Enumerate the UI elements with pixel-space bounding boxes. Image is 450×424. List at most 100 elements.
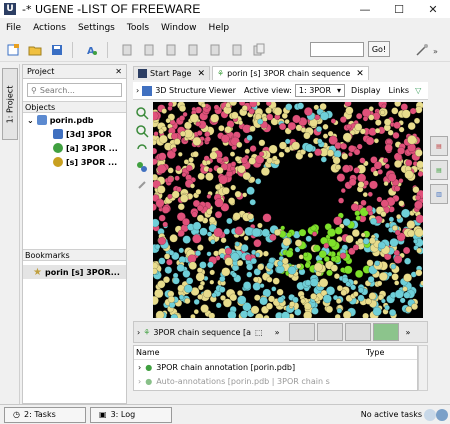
open-button[interactable] — [26, 41, 44, 59]
tree-item-annotation[interactable]: [a] 3POR ... — [23, 141, 126, 155]
atom-sphere — [209, 151, 218, 160]
tree-item-sequence[interactable]: [s] 3POR ... — [23, 155, 126, 169]
pin-icon[interactable] — [135, 178, 149, 192]
tool-button-3[interactable] — [162, 41, 180, 59]
toggle-zoom-button[interactable] — [345, 323, 372, 341]
zoom-out-icon[interactable] — [135, 124, 149, 138]
tree-document[interactable]: ⌄ porin.pdb — [23, 113, 126, 127]
menu-window[interactable]: Window — [155, 23, 203, 33]
status-bar: ◷ 2: Tasks ▣ 3: Log No active tasks — [0, 404, 450, 424]
tool-button-5[interactable] — [206, 41, 224, 59]
menu-tools[interactable]: Tools — [121, 23, 155, 33]
atom-sphere — [155, 310, 165, 318]
atom-sphere — [365, 205, 373, 213]
active-view-select[interactable]: 1: 3POR ▾ — [294, 84, 346, 97]
go-button[interactable]: Go! — [368, 41, 390, 57]
atom-sphere — [341, 152, 349, 160]
more-tools-button[interactable]: » — [275, 328, 280, 337]
maximize-button[interactable]: ☐ — [382, 0, 416, 18]
atom-sphere — [194, 250, 202, 257]
expand-arrow-icon[interactable]: › — [138, 363, 141, 372]
toolbar-search-input[interactable] — [310, 42, 364, 57]
atom-sphere — [196, 267, 203, 274]
menu-file[interactable]: File — [0, 23, 27, 33]
atom-sphere — [273, 228, 282, 236]
save-button[interactable] — [48, 41, 66, 59]
project-dock-tab[interactable]: 1: Project — [2, 68, 18, 140]
atom-sphere — [277, 296, 285, 304]
dropdown-triangle-icon[interactable]: ▽ — [415, 86, 421, 95]
tasks-button[interactable]: ◷ 2: Tasks — [4, 406, 86, 423]
display-menu-button[interactable]: Display — [351, 86, 381, 95]
atom-sphere — [384, 304, 390, 311]
more-arrow-icon[interactable]: » — [405, 328, 410, 337]
column-name[interactable]: Name — [136, 348, 366, 357]
annotations-scrollbar[interactable] — [418, 345, 428, 391]
notification-icon[interactable] — [424, 408, 436, 421]
atom-sphere — [345, 106, 354, 115]
tab-sequence-view[interactable]: ⚘ porin [s] 3POR chain sequence ✕ — [212, 66, 369, 80]
sync-icon[interactable] — [135, 142, 149, 156]
atom-sphere — [206, 208, 213, 215]
atom-sphere — [229, 293, 238, 302]
task-indicator-icon — [436, 408, 448, 421]
menu-actions[interactable]: Actions — [27, 23, 72, 33]
selection-icon[interactable]: ⬚ — [255, 328, 263, 337]
expand-arrow-icon[interactable]: › — [136, 86, 139, 95]
atom-sphere — [197, 244, 204, 251]
toggle-overview-button[interactable] — [289, 323, 316, 341]
tool-button-1[interactable] — [118, 41, 136, 59]
extra-tools-button[interactable]: » — [415, 43, 445, 57]
atom-sphere — [189, 183, 196, 189]
tab-close-button[interactable]: ✕ — [356, 69, 364, 79]
tree-document-label: porin.pdb — [49, 115, 94, 125]
atom-sphere — [311, 307, 319, 315]
molecule-icon[interactable] — [135, 160, 149, 174]
bookmark-item[interactable]: ★ porin [s] 3POR... — [23, 265, 126, 279]
tab-close-button[interactable]: ✕ — [197, 69, 205, 79]
annotation-row[interactable]: › ● 3POR chain annotation [porin.pdb] — [134, 360, 417, 374]
atom-sphere — [171, 147, 178, 153]
menu-settings[interactable]: Settings — [72, 23, 121, 33]
minimize-button[interactable]: — — [348, 0, 382, 18]
tool-button-4[interactable] — [184, 41, 202, 59]
structure-3d-viewer[interactable] — [153, 102, 423, 318]
annotations-panel-button[interactable]: ▤ — [430, 160, 448, 180]
tool-button-7[interactable] — [250, 41, 268, 59]
search-pattern-button[interactable]: A — [83, 41, 101, 59]
expand-arrow-icon[interactable]: › — [138, 377, 141, 386]
column-type[interactable]: Type — [366, 348, 384, 357]
atom-sphere — [307, 152, 314, 159]
close-button[interactable]: ✕ — [416, 0, 450, 18]
tool-button-2[interactable] — [140, 41, 158, 59]
links-menu-button[interactable]: Links — [389, 86, 410, 95]
atom-sphere — [258, 139, 266, 147]
window-title-caption: -LIST OF FREEWARE — [77, 2, 201, 16]
collapse-arrow-icon[interactable]: ⌄ — [27, 116, 34, 125]
menu-help[interactable]: Help — [203, 23, 236, 33]
toggle-details-button[interactable] — [317, 323, 344, 341]
statistics-panel-button[interactable]: ▥ — [430, 184, 448, 204]
tool-button-6[interactable] — [228, 41, 246, 59]
new-project-button[interactable] — [4, 41, 22, 59]
collapse-arrow-icon[interactable]: › — [137, 328, 140, 337]
atom-sphere — [240, 310, 249, 318]
project-panel-close-button[interactable]: ✕ — [115, 67, 122, 76]
atom-sphere — [166, 258, 173, 266]
atom-sphere — [360, 232, 366, 238]
zoom-in-icon[interactable] — [135, 106, 149, 120]
atom-sphere — [340, 188, 346, 194]
toggle-annotations-button[interactable] — [373, 323, 400, 341]
log-button[interactable]: ▣ 3: Log — [90, 406, 172, 423]
window-title-app: -* UGENE — [22, 3, 74, 16]
project-search-input[interactable]: ⚲ Search... — [27, 83, 122, 97]
atom-sphere — [333, 273, 340, 280]
atom-sphere — [158, 214, 166, 222]
tab-start-page[interactable]: Start Page ✕ — [133, 66, 210, 80]
tree-item-3d[interactable]: [3d] 3POR — [23, 127, 126, 141]
objects-section-header: Objects — [23, 101, 126, 113]
annotation-row[interactable]: › ● Auto-annotations [porin.pdb | 3POR c… — [134, 374, 417, 388]
atom-sphere — [310, 225, 317, 232]
viewer-label: 3D Structure Viewer — [155, 86, 236, 95]
options-panel-button[interactable]: ▤ — [430, 136, 448, 156]
